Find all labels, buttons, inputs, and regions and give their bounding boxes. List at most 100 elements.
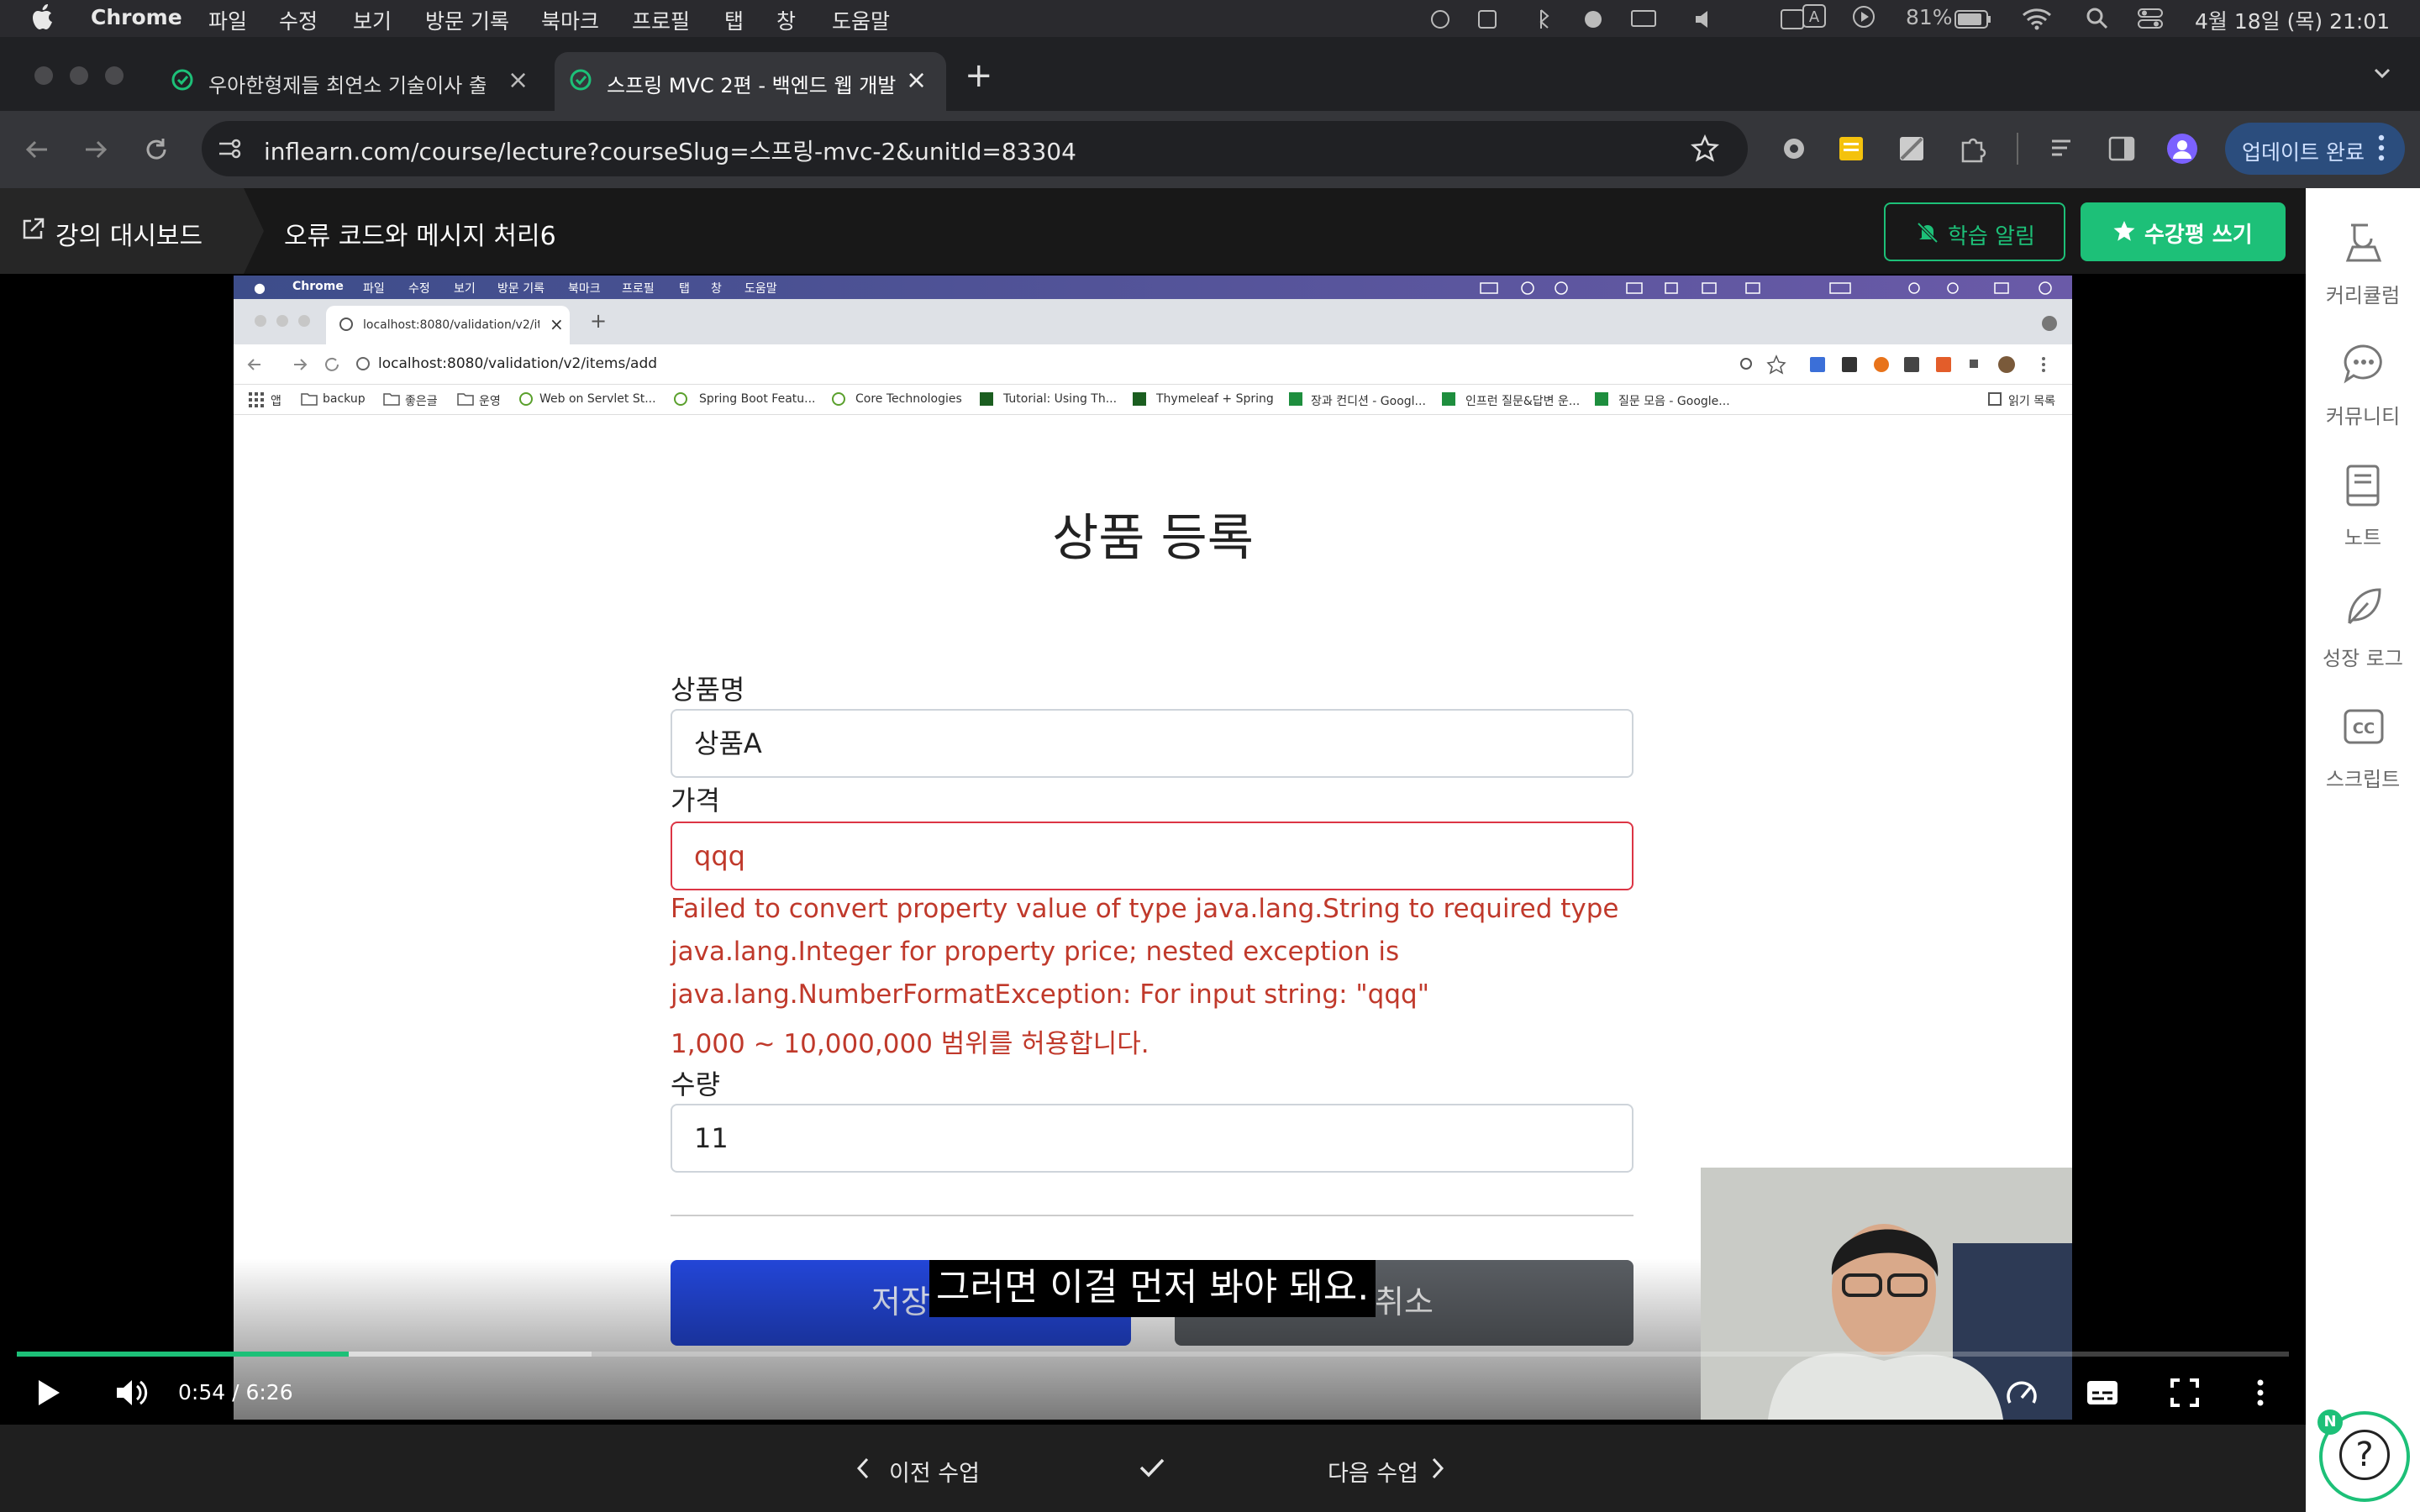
play-status-icon[interactable] xyxy=(1852,5,1876,29)
chevron-right-icon xyxy=(1428,1457,1445,1480)
video-inner-bookmarks: 앱 backup 좋은글 운영 Web on Servlet St... Spr… xyxy=(234,385,2072,415)
sidebar-item-label: 성장 로그 xyxy=(2323,647,2403,670)
a-input-icon[interactable]: A xyxy=(1802,3,1827,29)
sidebar-item-growth-log[interactable]: 성장 로그 xyxy=(2306,585,2420,685)
menubar-item[interactable]: 도움말 xyxy=(832,5,890,35)
notify-label: 학습 알림 xyxy=(1948,224,2035,249)
prev-lesson-button[interactable]: 이전 수업 xyxy=(855,1450,981,1487)
apple-icon[interactable] xyxy=(32,3,55,30)
play-icon[interactable] xyxy=(35,1378,62,1408)
address-bar[interactable]: inflearn.com/course/lecture?courseSlug=스… xyxy=(202,121,1748,176)
url-text: inflearn.com/course/lecture?courseSlug=스… xyxy=(264,138,1076,165)
help-button[interactable]: ? N xyxy=(2317,1410,2410,1502)
inner-menu-item: 보기 xyxy=(454,282,476,296)
sheets-extension-icon[interactable] xyxy=(1837,134,1865,163)
back-arrow-icon[interactable] xyxy=(24,136,50,163)
time-display: 0:54 / 6:26 xyxy=(178,1380,293,1404)
battery-percent: 81% xyxy=(1906,5,1953,29)
spotlight-search-icon[interactable] xyxy=(2086,7,2109,30)
menubar-item[interactable]: 창 xyxy=(776,5,796,35)
fullscreen-icon[interactable] xyxy=(2170,1378,2200,1408)
sidebar-item-script[interactable]: CC 스크립트 xyxy=(2306,706,2420,806)
inner-traffic-lights xyxy=(255,315,310,327)
inner-nav-icons xyxy=(247,357,339,371)
inner-menu-item: 탭 xyxy=(679,282,690,296)
window-traffic-lights[interactable] xyxy=(34,66,126,86)
menubar-item[interactable]: 탭 xyxy=(724,5,744,35)
sheets-icon xyxy=(1442,392,1455,406)
subtitles-icon[interactable] xyxy=(2086,1378,2119,1408)
bookmark: 앱 xyxy=(271,395,281,408)
puzzle-extensions-icon[interactable] xyxy=(1958,134,1986,163)
side-panel-icon[interactable] xyxy=(2107,134,2136,163)
sidebar-item-label: 커뮤니티 xyxy=(2325,405,2401,428)
menubar-item[interactable]: 프로필 xyxy=(632,5,690,35)
battery-icon[interactable] xyxy=(1954,10,1991,29)
sidebar-item-community[interactable]: 커뮤니티 xyxy=(2306,343,2420,444)
control-center-icon[interactable] xyxy=(2138,7,2163,30)
inner-new-tab-icon: + xyxy=(590,309,608,333)
inner-menu-item: 북마크 xyxy=(568,282,601,296)
menubar-item[interactable]: 방문 기록 xyxy=(425,5,509,35)
update-button-label: 업데이트 완료 xyxy=(2242,140,2365,165)
inner-menu-item: 파일 xyxy=(363,282,385,296)
price-input: qqq xyxy=(671,822,1634,890)
reading-queue-icon[interactable] xyxy=(2049,134,2077,163)
wifi-icon[interactable] xyxy=(2022,7,2052,30)
svg-text:A: A xyxy=(1809,8,1820,26)
menubar-item[interactable]: 보기 xyxy=(353,5,392,35)
error-message: java.lang.NumberFormatException: For inp… xyxy=(671,979,1429,1010)
apps-grid-icon xyxy=(249,392,264,407)
browser-tab-bar: 우아한형제들 최연소 기술이사 출신 × 스프링 MVC 2편 - 백엔드 웹 … xyxy=(0,37,2420,111)
tab-close-icon[interactable]: × xyxy=(906,66,927,95)
browser-tab-active[interactable]: 스프링 MVC 2편 - 백엔드 웹 개발 × xyxy=(555,52,946,111)
menubar-item[interactable]: 파일 xyxy=(208,5,247,35)
reload-icon[interactable] xyxy=(143,136,170,163)
tab-title: 우아한형제들 최연소 기술이사 출신 xyxy=(208,74,486,97)
volume-icon[interactable] xyxy=(114,1378,150,1408)
chrome-update-button[interactable]: 업데이트 완료 xyxy=(2225,123,2405,175)
progress-track[interactable] xyxy=(17,1352,2289,1357)
extension-icon[interactable] xyxy=(1897,134,1926,163)
site-info-icon[interactable] xyxy=(217,136,242,161)
new-tab-icon[interactable]: + xyxy=(965,59,993,92)
inflearn-favicon-icon xyxy=(570,69,592,91)
macos-menubar: Chrome 파일 수정 보기 방문 기록 북마크 프로필 탭 창 도움말 A … xyxy=(0,0,2420,37)
notify-button[interactable]: 학습 알림 xyxy=(1884,202,2065,261)
inner-menu-item: 수정 xyxy=(408,282,430,296)
external-link-icon xyxy=(20,217,45,242)
menubar-item[interactable]: 북마크 xyxy=(541,5,599,35)
dashboard-link[interactable]: 강의 대시보드 xyxy=(0,188,244,274)
folder-icon xyxy=(383,392,400,406)
help-question-icon: ? xyxy=(2339,1430,2390,1480)
inflearn-favicon-icon xyxy=(171,69,193,91)
sidebar-item-curriculum[interactable]: 커리큘럼 xyxy=(2306,222,2420,323)
chat-icon xyxy=(2343,343,2385,388)
quantity-label: 수량 xyxy=(671,1068,720,1100)
menubar-clock[interactable]: 4월 18일 (목) 21:01 xyxy=(2195,5,2390,35)
complete-check-icon[interactable] xyxy=(1138,1455,1166,1480)
playback-speed-icon[interactable] xyxy=(2005,1378,2039,1408)
extension-gear-icon[interactable] xyxy=(1780,134,1808,163)
sidebar-item-note[interactable]: 노트 xyxy=(2306,464,2420,564)
menubar-item[interactable]: 수정 xyxy=(279,5,318,35)
tab-search-chevron-icon[interactable] xyxy=(2371,62,2393,84)
forward-arrow-icon[interactable] xyxy=(82,136,109,163)
inner-tab-close-icon: × xyxy=(550,314,564,334)
tab-close-icon[interactable]: × xyxy=(508,66,529,95)
more-vert-icon xyxy=(2378,133,2385,163)
thymeleaf-icon xyxy=(980,392,993,406)
bookmark: 질문 모음 - Google... xyxy=(1618,395,1730,408)
browser-tab[interactable]: 우아한형제들 최연소 기술이사 출신 × xyxy=(156,52,543,111)
spring-icon xyxy=(832,392,845,406)
bookmark-star-icon[interactable] xyxy=(1691,134,1719,163)
sidebar-item-label: 커리큘럼 xyxy=(2325,284,2401,307)
more-options-icon[interactable] xyxy=(2255,1378,2265,1408)
globe-icon xyxy=(339,318,353,331)
menubar-app-name[interactable]: Chrome xyxy=(91,5,182,29)
inner-menu-item: 창 xyxy=(711,282,722,296)
next-lesson-button[interactable]: 다음 수업 xyxy=(1328,1450,1454,1487)
write-review-button[interactable]: 수강평 쓰기 xyxy=(2081,202,2286,261)
profile-avatar-icon[interactable] xyxy=(2166,133,2198,165)
video-subtitle: 그러면 이걸 먼저 봐야 돼요. xyxy=(929,1260,1376,1317)
